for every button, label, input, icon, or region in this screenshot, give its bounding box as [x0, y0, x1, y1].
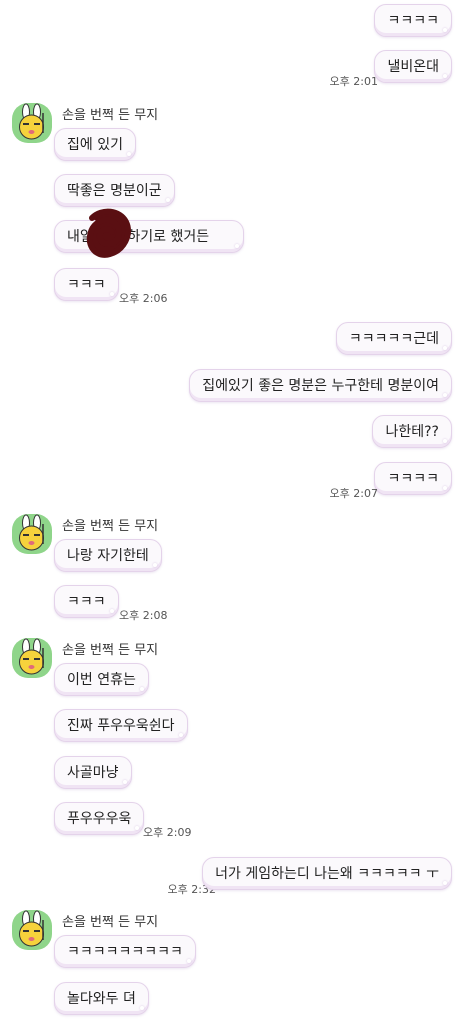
- avatar[interactable]: [12, 514, 52, 554]
- message-bubble[interactable]: 딱좋은 명분이군: [54, 174, 175, 207]
- message-time: 오후 2:06: [119, 292, 168, 305]
- sender-name: 손을 번쩍 든 무지: [62, 108, 159, 123]
- muzi-character-icon: [19, 638, 44, 675]
- message-bubble[interactable]: 놀다와두 뎌: [54, 982, 149, 1015]
- muzi-character-icon: [19, 514, 44, 551]
- message-bubble[interactable]: 진짜 푸우우욱쉰다: [54, 709, 188, 742]
- message-time: 오후 2:08: [119, 609, 168, 622]
- message-bubble[interactable]: ㅋㅋㅋㅋㅋ근데: [335, 322, 452, 355]
- message-bubble[interactable]: ㅋㅋㅋㅋ: [374, 462, 452, 495]
- sender-name: 손을 번쩍 든 무지: [62, 915, 159, 930]
- message-bubble[interactable]: 낼비온대: [374, 50, 452, 83]
- message-bubble[interactable]: 나한테??: [372, 415, 452, 448]
- message-bubble[interactable]: ㅋㅋㅋㅋㅋㅋㅋㅋㅋ: [54, 935, 196, 968]
- message-bubble[interactable]: 사골마냥: [54, 756, 132, 789]
- message-bubble[interactable]: ㅋㅋㅋ: [54, 268, 119, 301]
- redaction-scribble: [86, 208, 131, 258]
- avatar[interactable]: [12, 103, 52, 143]
- sender-name: 손을 번쩍 든 무지: [62, 519, 159, 534]
- message-bubble[interactable]: ㅋㅋㅋ: [54, 585, 119, 618]
- sender-name: 손을 번쩍 든 무지: [62, 643, 159, 658]
- message-bubble[interactable]: ㅋㅋㅋㅋ: [374, 4, 452, 37]
- muzi-character-icon: [19, 910, 44, 947]
- message-bubble[interactable]: 내일 랑 롤하기로 했거든: [54, 220, 244, 253]
- message-bubble[interactable]: 나랑 자기한테: [54, 539, 162, 572]
- message-time: 오후 2:09: [143, 826, 192, 839]
- avatar[interactable]: [12, 638, 52, 678]
- message-bubble[interactable]: 집에 있기: [54, 128, 136, 161]
- message-time: 오후 2:01: [329, 75, 378, 88]
- avatar[interactable]: [12, 910, 52, 950]
- message-time: 오후 2:07: [329, 487, 378, 500]
- message-bubble[interactable]: 집에있기 좋은 명분은 누구한테 명분이여: [189, 369, 452, 402]
- message-bubble[interactable]: 이번 연휴는: [54, 663, 149, 696]
- message-bubble[interactable]: 푸우우우욱: [54, 802, 145, 835]
- muzi-character-icon: [19, 103, 44, 140]
- message-bubble[interactable]: 너가 게임하는디 나는왜 ㅋㅋㅋㅋㅋ ㅜ: [202, 857, 452, 890]
